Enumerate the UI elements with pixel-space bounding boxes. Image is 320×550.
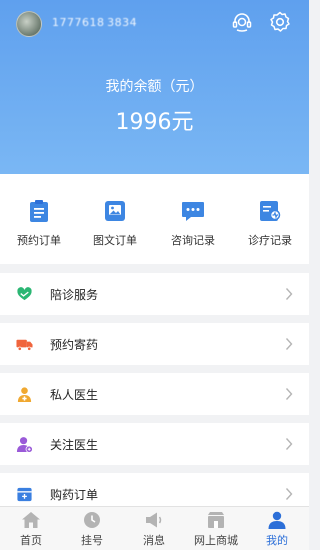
gear-icon[interactable] <box>268 10 292 34</box>
consult-records-button[interactable]: 咨询记录 <box>158 198 228 248</box>
tab-label: 我的 <box>266 534 288 547</box>
menu-item-label: 购药订单 <box>50 488 99 502</box>
chevron-right-icon <box>285 338 293 350</box>
bottom-tab-bar: 首页 挂号 消息 网上商城 我的 <box>0 506 309 550</box>
home-icon <box>22 512 40 528</box>
chevron-right-icon <box>285 438 293 450</box>
avatar[interactable] <box>16 11 42 37</box>
quick-actions: 预约订单 图文订单 咨询记录 诊疗记录 <box>0 174 309 264</box>
menu-item-label: 关注医生 <box>50 438 99 452</box>
menu-item-label: 预约寄药 <box>50 338 99 352</box>
chevron-right-icon <box>285 288 293 300</box>
image-text-orders-button[interactable]: 图文订单 <box>80 198 150 248</box>
customer-service-icon[interactable] <box>230 10 254 34</box>
menu-item-escort-service[interactable]: 陪诊服务 <box>0 273 309 315</box>
user-phone: 1777618 3834 <box>52 16 138 29</box>
menu-item-label: 私人医生 <box>50 388 99 402</box>
balance-label: 我的余额（元） <box>105 79 204 95</box>
menu-list: 陪诊服务 预约寄药 私人医生 关注医生 购药订单 <box>0 273 309 523</box>
chat-bubble-icon <box>182 202 204 221</box>
tab-home[interactable]: 首页 <box>3 511 59 548</box>
shop-icon <box>208 512 224 528</box>
order-box-icon <box>17 487 32 502</box>
chevron-right-icon <box>285 488 293 500</box>
treatment-records-button[interactable]: 诊疗记录 <box>235 198 305 248</box>
tab-label: 首页 <box>20 534 42 547</box>
image-icon <box>105 201 125 221</box>
tab-label: 挂号 <box>81 534 103 547</box>
quick-label: 图文订单 <box>93 234 137 247</box>
tab-messages[interactable]: 消息 <box>126 511 182 548</box>
profile-header: 1777618 3834 我的余额（元） 1996元 <box>0 0 309 174</box>
follow-user-icon <box>16 437 33 453</box>
heart-hands-icon <box>17 287 32 301</box>
doctor-icon <box>17 387 32 403</box>
clipboard-icon <box>30 200 48 222</box>
tab-mine[interactable]: 我的 <box>249 511 305 548</box>
user-icon <box>268 511 286 529</box>
quick-label: 诊疗记录 <box>248 234 292 247</box>
chevron-right-icon <box>285 388 293 400</box>
menu-item-medicine-delivery[interactable]: 预约寄药 <box>0 323 309 365</box>
quick-label: 预约订单 <box>17 234 61 247</box>
tab-register[interactable]: 挂号 <box>64 511 120 548</box>
tab-label: 消息 <box>143 534 165 547</box>
clock-icon <box>84 512 100 528</box>
medical-record-icon <box>260 201 281 221</box>
truck-icon <box>16 339 33 351</box>
appointment-orders-button[interactable]: 预约订单 <box>4 198 74 248</box>
megaphone-icon <box>146 512 162 528</box>
menu-item-followed-doctors[interactable]: 关注医生 <box>0 423 309 465</box>
menu-item-label: 陪诊服务 <box>50 288 99 302</box>
balance-value[interactable]: 1996元 <box>0 104 309 136</box>
quick-label: 咨询记录 <box>171 234 215 247</box>
tab-online-shop[interactable]: 网上商城 <box>188 511 244 548</box>
tab-label: 网上商城 <box>194 534 238 547</box>
menu-item-private-doctor[interactable]: 私人医生 <box>0 373 309 415</box>
